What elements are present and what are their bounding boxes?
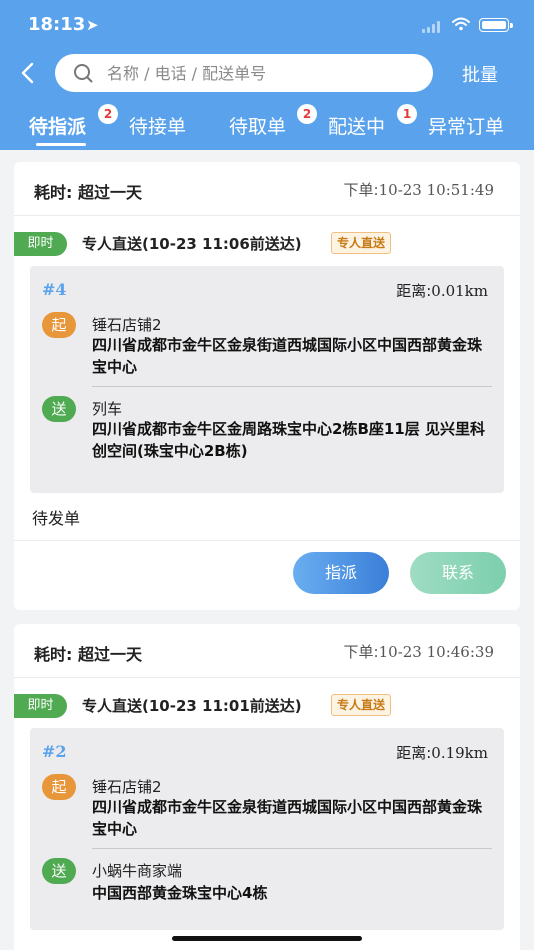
elapsed-time: 耗时: 超过一天 [34,183,142,202]
deliver-address: 四川省成都市金牛区金周路珠宝中心2栋B座11层 见兴里科创空间(珠宝中心2B栋) [92,420,485,460]
order-card-header: 耗时: 超过一天 下单:10-23 10:46:39 [14,624,520,678]
route-info: #2 距离:0.19km 起 锤石店铺2 四川省成都市金牛区金泉街道西城国际小区… [30,728,504,930]
order-sequence: #4 [42,280,67,299]
contact-button[interactable]: 联系 [410,552,506,594]
order-sequence: #2 [42,742,67,761]
tab-pending-pickup-badge: 2 [297,104,317,124]
location-arrow-icon: ➤ [86,16,99,34]
delivery-type: 专人直送(10-23 11:06前送达) [82,235,302,253]
order-card-header: 耗时: 超过一天 下单:10-23 10:51:49 [14,162,520,216]
order-time: 下单:10-23 10:46:39 [343,643,494,661]
order-card[interactable]: 耗时: 超过一天 下单:10-23 10:51:49 即时 专人直送(10-23… [14,162,520,610]
delivery-type: 专人直送(10-23 11:01前送达) [82,697,302,715]
deliver-icon: 送 [42,858,76,884]
tab-pending-assign-badge: 2 [98,104,118,124]
card-divider [14,540,520,541]
pickup-icon: 起 [42,312,76,338]
search-bar[interactable] [55,54,433,92]
back-arrow-icon[interactable] [14,58,42,88]
route-divider [92,848,492,849]
deliver-name: 小蜗牛商家端 [92,862,183,880]
instant-tag: 即时 [14,232,67,256]
order-status: 待发单 [32,509,81,528]
pickup-icon: 起 [42,774,76,800]
dispatch-button[interactable]: 指派 [293,552,389,594]
signal-icon [422,21,440,33]
elapsed-time: 耗时: 超过一天 [34,645,142,664]
order-card[interactable]: 耗时: 超过一天 下单:10-23 10:46:39 即时 专人直送(10-23… [14,624,520,950]
deliver-address: 中国西部黄金珠宝中心4栋 [92,884,268,902]
battery-icon [479,18,513,32]
wifi-icon [452,17,470,31]
route-info: #4 距离:0.01km 起 锤石店铺2 四川省成都市金牛区金泉街道西城国际小区… [30,266,504,493]
status-bar: 18:13 ➤ [0,0,534,50]
search-input[interactable] [107,54,417,92]
order-time: 下单:10-23 10:51:49 [343,181,494,199]
tab-pending-pickup[interactable]: 待取单 [229,112,286,139]
pickup-name: 锤石店铺2 [92,778,162,796]
app-header: 18:13 ➤ 批量 待指派 2 待接单 待取单 2 配 [0,0,534,150]
tab-abnormal-orders[interactable]: 异常订单 [428,112,504,139]
delivery-type-tag: 专人直送 [331,232,392,254]
tab-pending-assign[interactable]: 待指派 [29,112,86,139]
route-divider [92,386,492,387]
search-icon [74,64,93,83]
home-indicator [172,936,362,941]
status-time: 18:13 [28,14,86,35]
distance: 距离:0.19km [396,744,488,762]
order-status-tabs: 待指派 2 待接单 待取单 2 配送中 1 异常订单 [0,104,534,150]
tab-active-indicator [36,143,86,146]
delivery-type-tag: 专人直送 [331,694,392,716]
instant-tag: 即时 [14,694,67,718]
distance: 距离:0.01km [396,282,488,300]
deliver-name: 列车 [92,400,123,418]
tab-delivering-badge: 1 [397,104,417,124]
pickup-address: 四川省成都市金牛区金泉街道西城国际小区中国西部黄金珠宝中心 [92,336,483,376]
tab-delivering[interactable]: 配送中 [328,112,385,139]
batch-button[interactable]: 批量 [462,61,498,87]
tab-pending-accept[interactable]: 待接单 [129,112,186,139]
pickup-name: 锤石店铺2 [92,316,162,334]
pickup-address: 四川省成都市金牛区金泉街道西城国际小区中国西部黄金珠宝中心 [92,798,483,838]
deliver-icon: 送 [42,396,76,422]
